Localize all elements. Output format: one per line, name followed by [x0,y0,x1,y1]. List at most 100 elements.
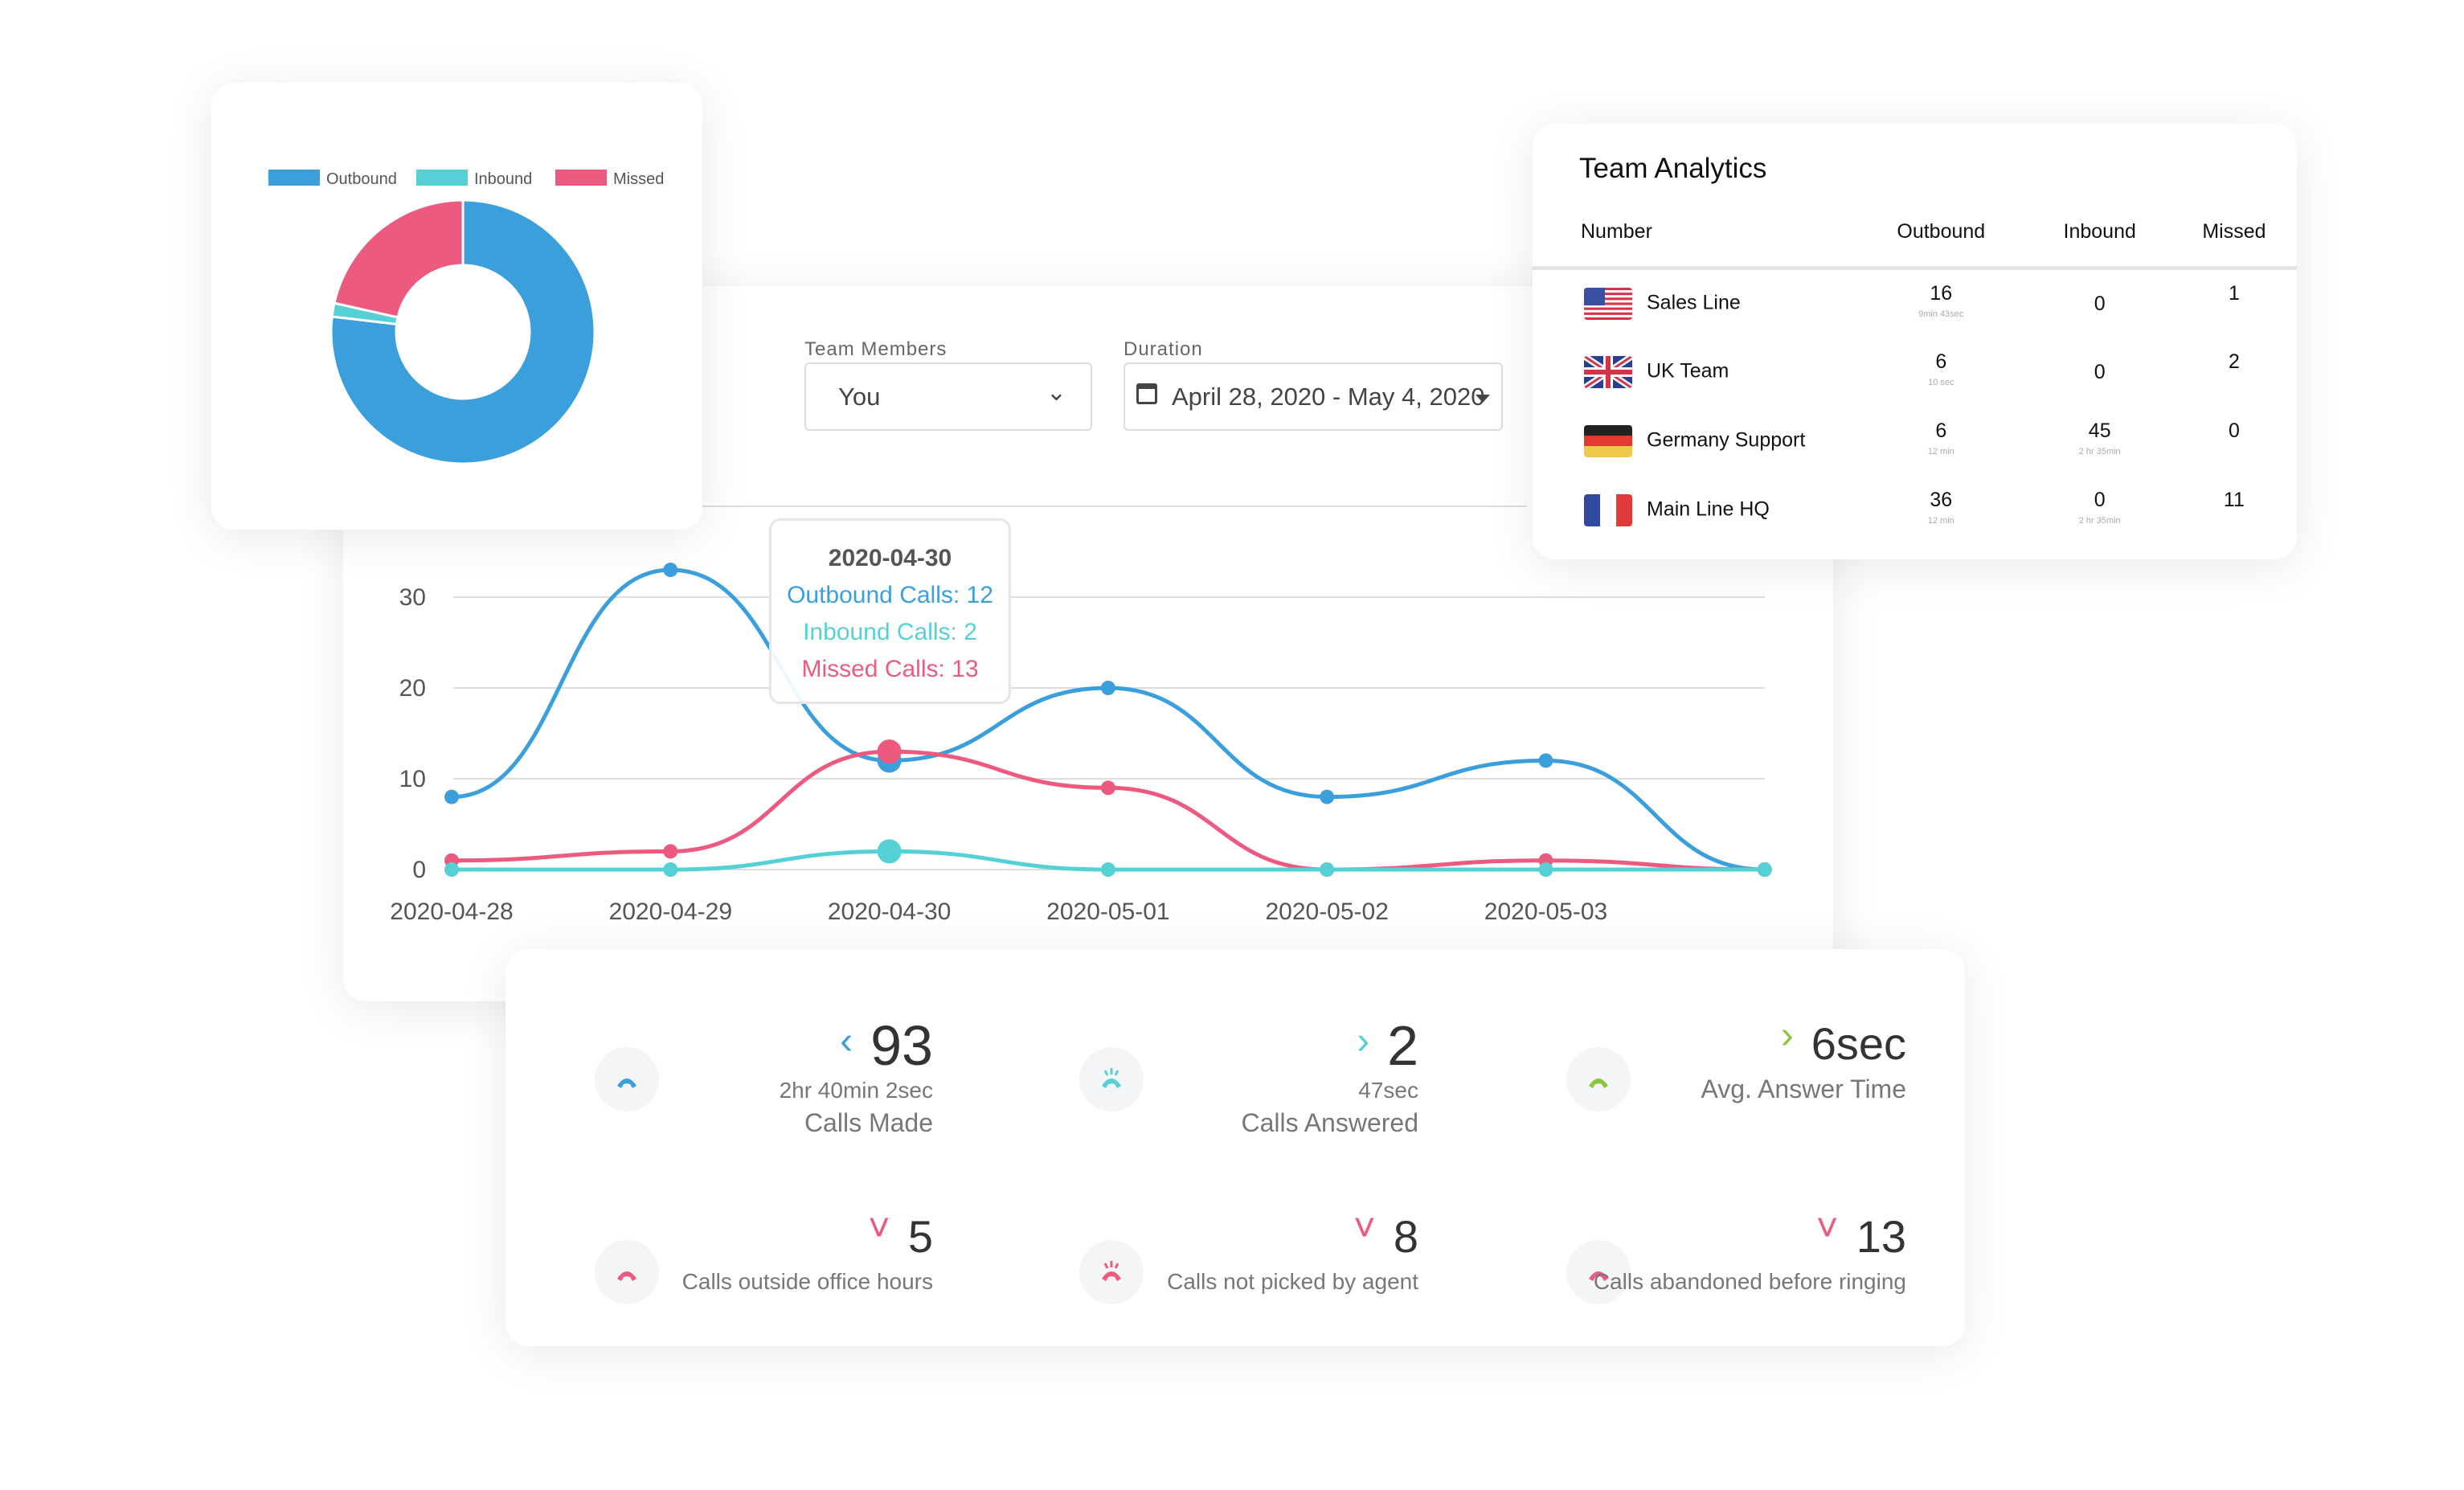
missed-point [663,844,678,859]
duration-value: April 28, 2020 - May 4, 2020 [1172,382,1485,411]
tooltip-date: 2020-04-30 [828,545,952,571]
chevron-down-icon: ⌄ [1046,379,1066,406]
x-tick-label: 2020-05-03 [1484,899,1607,925]
trend-arrow-icon: › [1780,1014,1794,1057]
calendar-icon [1136,383,1157,404]
stat-value: 2 [1387,1014,1418,1077]
table-row[interactable]: Sales Line 16 9min 43sec 0 1 [1533,268,2297,338]
outbound-duration: 9min 43sec [1918,309,1964,319]
donut-chart-card: Outbound Inbound Missed [211,83,702,530]
trend-arrow-icon: ‹ [840,1020,853,1062]
outbound-duration: 12 min [1927,515,1954,526]
inbound-duration: 2 hr 35min [2078,446,2121,456]
inbound-point [444,862,459,877]
stat-sub: 47sec [1358,1078,1418,1103]
stat-3: ˅ 5 Calls outside office hours [682,1206,933,1295]
x-tick-label: 2020-04-30 [828,899,951,925]
inbound-point [1538,862,1553,877]
outbound-line [451,567,1765,872]
stat-value: 93 [870,1014,933,1077]
y-tick-label: 0 [412,857,426,883]
caret-down-icon [1476,395,1490,410]
outbound-count: 6 [1935,419,1947,442]
team-analytics-table: Number Outbound Inbound Missed Sales Lin… [1533,220,2297,545]
y-tick-label: 30 [399,584,426,611]
outbound-count: 16 [1930,281,1953,305]
missed-count: 2 [2228,350,2240,373]
trend-arrow-icon: ˅ [867,1207,890,1250]
missed-point [877,739,902,764]
legend-label: Outbound [326,170,397,188]
duration-picker[interactable]: April 28, 2020 - May 4, 2020 [1124,362,1503,431]
stat-label: Calls abandoned before ringing [1593,1269,1906,1294]
stat-value: 13 [1856,1211,1906,1262]
number-name: Main Line HQ [1647,497,1770,521]
legend-label: Inbound [474,170,532,188]
stat-value: 5 [907,1211,933,1262]
col-inbound: Inbound [2028,220,2171,270]
stat-5: ˅ 13 Calls abandoned before ringing [1594,1206,1906,1295]
inbound-count: 0 [2094,292,2106,315]
call-stats-card: ‹ 93 2hr 40min 2sec Calls Made › 2 47sec Calls … [505,949,1965,1346]
duration-label: Duration [1124,338,1203,360]
unanswered-call-icon [1079,1240,1144,1304]
table-row[interactable]: UK Team 6 10 sec 0 2 [1533,338,2297,407]
france-flag-icon [1584,493,1632,526]
stat-1: › 2 47sec Calls Answered [1241,1013,1418,1138]
uk-flag-icon [1582,353,1635,391]
outbound-duration: 12 min [1927,446,1954,456]
team-analytics-card: Team Analytics Number Outbound Inbound M… [1533,124,2297,559]
germany-flag-icon [1584,424,1632,457]
x-tick-label: 2020-04-29 [609,899,732,925]
stat-label: Calls outside office hours [681,1269,933,1294]
table-row[interactable]: Germany Support 6 12 min 45 2 hr 35min 0 [1533,407,2297,476]
donut-chart: Outbound Inbound Missed [268,170,664,465]
missed-count: 1 [2228,281,2240,305]
stat-0: ‹ 93 2hr 40min 2sec Calls Made [780,1013,933,1138]
outbound-point [663,563,678,578]
inbound-count: 0 [2094,488,2106,511]
inbound-point [1757,862,1772,877]
legend-swatch [416,170,468,186]
inbound-point [1100,862,1115,877]
stat-value: 8 [1393,1211,1418,1262]
outbound-point [1538,753,1553,768]
table-row[interactable]: Main Line HQ 36 12 min 0 2 hr 35min 11 [1533,476,2297,545]
stat-4: ˅ 8 Calls not picked by agent [1167,1206,1418,1295]
stat-2: › 6sec Avg. Answer Time [1701,1013,1906,1104]
stat-label: Avg. Answer Time [1701,1075,1906,1103]
outbound-point [444,789,459,804]
x-tick-label: 2020-04-28 [390,899,513,925]
stat-value: 6sec [1811,1018,1906,1069]
inbound-point [877,839,902,864]
missed-line [451,749,1765,872]
x-tick-label: 2020-05-01 [1046,899,1169,925]
number-name: Germany Support [1647,428,1806,452]
col-outbound: Outbound [1854,220,2028,270]
inbound-point [1320,862,1335,877]
outbound-point [1100,681,1115,695]
outgoing-call-icon [595,1047,659,1111]
col-missed: Missed [2171,220,2297,270]
inbound-count: 0 [2094,360,2106,383]
missed-count: 11 [2223,488,2245,511]
tooltip-outbound: Outbound Calls: 12 [787,582,993,608]
stat-sub: 2hr 40min 2sec [779,1078,933,1103]
outbound-duration: 10 sec [1928,377,1954,387]
legend-swatch [555,170,607,186]
stat-label: Calls not picked by agent [1167,1269,1418,1294]
outbound-count: 36 [1930,488,1953,511]
legend-label: Missed [613,170,664,188]
trend-arrow-icon: ˅ [1353,1207,1376,1250]
number-name: Sales Line [1647,291,1741,314]
team-members-value: You [838,382,881,411]
number-name: UK Team [1647,359,1729,383]
trend-arrow-icon: ˅ [1815,1207,1839,1250]
trend-arrow-icon: › [1357,1020,1370,1062]
inbound-duration: 2 hr 35min [2078,515,2121,526]
outbound-count: 6 [1935,350,1947,373]
us-flag-icon [1584,287,1632,320]
tooltip-inbound: Inbound Calls: 2 [803,619,977,645]
team-members-label: Team Members [804,338,948,360]
team-members-select[interactable]: You ⌄ [804,362,1092,431]
